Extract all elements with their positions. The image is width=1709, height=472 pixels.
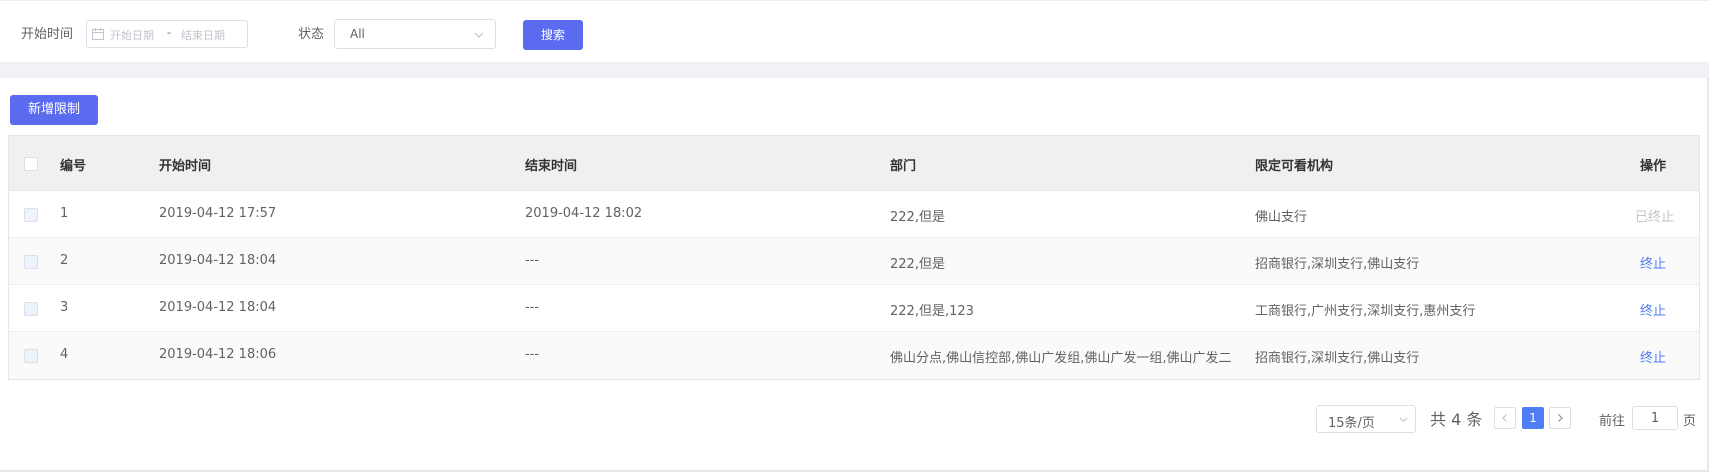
- cell-visible-orgs: 招商银行,深圳支行,佛山支行: [1255, 351, 1420, 366]
- current-page-number[interactable]: 1: [1522, 407, 1544, 429]
- cell-end-time: ---: [525, 253, 540, 268]
- date-range-picker[interactable]: 开始日期 - 结束日期: [86, 20, 248, 48]
- column-header-id: 编号: [60, 159, 87, 174]
- chevron-down-icon: [474, 32, 484, 38]
- row-checkbox[interactable]: [24, 255, 38, 269]
- cell-visible-orgs: 佛山支行: [1255, 210, 1308, 225]
- column-header-action: 操作: [1640, 159, 1667, 174]
- page-unit-label: 页: [1683, 414, 1697, 429]
- cell-start-time: 2019-04-12 18:06: [159, 347, 277, 362]
- pagination: 15条/页 共 4 条 1 前往 页: [0, 400, 1709, 436]
- terminate-link[interactable]: 终止: [1640, 253, 1666, 272]
- prev-page-button[interactable]: [1494, 407, 1516, 429]
- table-row: 2 2019-04-12 18:04 --- 222,但是 招商银行,深圳支行,…: [9, 238, 1699, 285]
- total-count: 共 4 条: [1430, 410, 1483, 429]
- cell-id: 4: [60, 347, 69, 362]
- table-header: 编号 开始时间 结束时间 部门 限定可看机构 操作: [9, 136, 1699, 191]
- status-select[interactable]: All: [334, 19, 496, 49]
- calendar-icon: [92, 28, 104, 40]
- start-time-label: 开始时间: [21, 27, 74, 42]
- section-divider: [0, 62, 1709, 78]
- cell-department: 222,但是: [890, 210, 945, 225]
- cell-department: 222,但是: [890, 257, 945, 272]
- column-header-department: 部门: [890, 159, 917, 174]
- page-size-select[interactable]: 15条/页: [1316, 405, 1416, 433]
- cell-visible-orgs: 招商银行,深圳支行,佛山支行: [1255, 257, 1420, 272]
- cell-end-time: 2019-04-12 18:02: [525, 206, 643, 221]
- cell-id: 2: [60, 253, 69, 268]
- cell-visible-orgs: 工商银行,广州支行,深圳支行,惠州支行: [1255, 304, 1476, 319]
- status-select-value: All: [350, 27, 365, 41]
- next-page-button[interactable]: [1549, 407, 1571, 429]
- cell-start-time: 2019-04-12 17:57: [159, 206, 277, 221]
- row-checkbox[interactable]: [24, 349, 38, 363]
- date-separator: -: [167, 26, 171, 39]
- table-row: 1 2019-04-12 17:57 2019-04-12 18:02 222,…: [9, 191, 1699, 238]
- goto-page-input[interactable]: [1632, 406, 1678, 430]
- end-date-input[interactable]: 结束日期: [181, 27, 225, 43]
- row-checkbox[interactable]: [24, 208, 38, 222]
- chevron-right-icon: [1558, 414, 1563, 422]
- column-header-start-time: 开始时间: [159, 159, 212, 174]
- select-all-checkbox[interactable]: [24, 157, 38, 171]
- status-label: 状态: [298, 27, 325, 42]
- cell-department: 222,但是,123: [890, 304, 974, 319]
- restriction-table: 编号 开始时间 结束时间 部门 限定可看机构 操作 1 2019-04-12 1…: [8, 135, 1700, 380]
- table-row: 4 2019-04-12 18:06 --- 佛山分点,佛山信控部,佛山广发组,…: [9, 332, 1699, 379]
- start-date-input[interactable]: 开始日期: [110, 27, 154, 43]
- terminate-link[interactable]: 终止: [1640, 347, 1666, 366]
- column-header-end-time: 结束时间: [525, 159, 578, 174]
- cell-start-time: 2019-04-12 18:04: [159, 253, 277, 268]
- cell-id: 3: [60, 300, 69, 315]
- row-checkbox[interactable]: [24, 302, 38, 316]
- terminated-label: 已终止: [1635, 210, 1675, 225]
- chevron-down-icon: [1399, 417, 1408, 423]
- page-size-value: 15条/页: [1328, 416, 1375, 431]
- goto-label: 前往: [1599, 414, 1626, 429]
- column-header-visible-orgs: 限定可看机构: [1255, 159, 1334, 174]
- cell-start-time: 2019-04-12 18:04: [159, 300, 277, 315]
- cell-department: 佛山分点,佛山信控部,佛山广发组,佛山广发一组,佛山广发二: [890, 351, 1232, 366]
- search-button[interactable]: 搜索: [523, 20, 583, 50]
- cell-id: 1: [60, 206, 69, 221]
- chevron-left-icon: [1502, 414, 1507, 422]
- cell-end-time: ---: [525, 347, 540, 362]
- add-restriction-button[interactable]: 新增限制: [10, 95, 98, 125]
- terminate-link[interactable]: 终止: [1640, 300, 1666, 319]
- table-row: 3 2019-04-12 18:04 --- 222,但是,123 工商银行,广…: [9, 285, 1699, 332]
- cell-end-time: ---: [525, 300, 540, 315]
- filter-bar: 开始时间 开始日期 - 结束日期 状态 All 搜索: [0, 0, 1709, 62]
